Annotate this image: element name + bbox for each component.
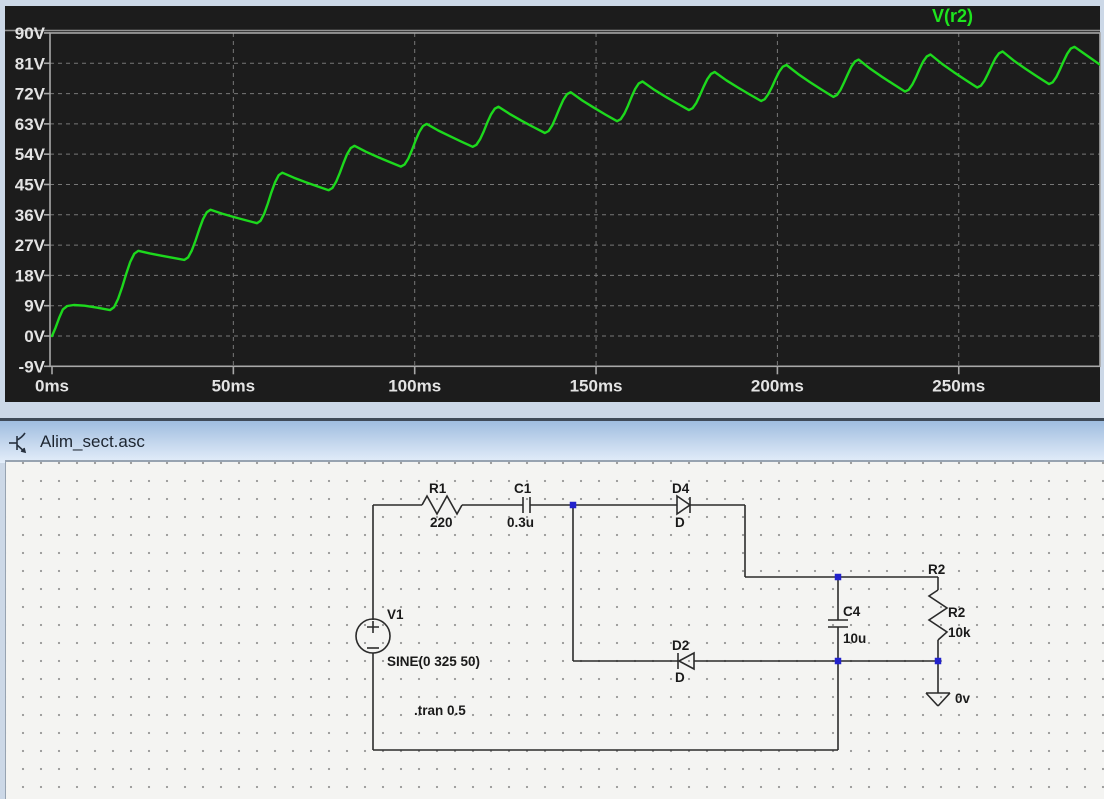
r2-ref[interactable]: R2 [948, 605, 965, 620]
y-tick-label: 63V [15, 115, 46, 134]
c1-value[interactable]: 0.3u [507, 515, 534, 530]
y-tick-label: 0V [24, 327, 45, 346]
junction-node [934, 657, 942, 665]
plot-background [5, 6, 1100, 402]
x-tick-label: 150ms [570, 376, 623, 395]
component-R2[interactable]: R2 R2 10k [927, 562, 971, 641]
y-tick-label: 9V [24, 297, 45, 316]
schematic-window-title: Alim_sect.asc [40, 432, 145, 451]
schematic-drawing[interactable]: R1 220 C1 0.3u D4 D D2 D V1 SINE(0 325 5… [0, 460, 1104, 799]
junction-node [569, 501, 577, 509]
x-tick-label: 100ms [388, 376, 441, 395]
r1-value[interactable]: 220 [430, 515, 453, 530]
waveform-viewer-pane[interactable]: 90V 81V 72V 63V 54V 45V 36V 27V 18V 9V 0V -9V 0ms 50m… [0, 0, 1104, 403]
y-tick-label: 36V [15, 206, 46, 225]
component-R1[interactable]: R1 220 [421, 481, 463, 530]
junction-node [834, 657, 842, 665]
c1-ref[interactable]: C1 [514, 481, 532, 496]
d2-value[interactable]: D [675, 670, 685, 685]
y-tick-label: 54V [15, 145, 46, 164]
c4-ref[interactable]: C4 [843, 604, 861, 619]
x-tick-label: 0ms [35, 376, 69, 395]
wire-junctions [569, 501, 942, 665]
y-tick-label: 72V [15, 85, 46, 104]
ltspice-screen: { "chart_data": { "type": "line", "title… [0, 0, 1104, 799]
y-tick-label: 45V [15, 175, 46, 194]
x-tick-label: 250ms [932, 376, 985, 395]
r1-ref[interactable]: R1 [429, 481, 447, 496]
waveform-plot[interactable]: 90V 81V 72V 63V 54V 45V 36V 27V 18V 9V 0V -9V0ms 50m… [0, 0, 1104, 403]
c4-value[interactable]: 10u [843, 631, 866, 646]
y-tick-label: 90V [15, 24, 46, 43]
schematic-file-icon [9, 432, 27, 454]
x-tick-label: 50ms [212, 376, 255, 395]
junction-node [834, 573, 842, 581]
ground-label[interactable]: 0v [955, 691, 971, 706]
d4-value[interactable]: D [675, 515, 685, 530]
v1-ref[interactable]: V1 [387, 607, 404, 622]
y-tick-label: 27V [15, 236, 46, 255]
d4-ref[interactable]: D4 [672, 481, 690, 496]
x-tick-label: 200ms [751, 376, 804, 395]
spice-directive[interactable]: .tran 0.5 [414, 703, 466, 718]
y-tick-label: 81V [15, 54, 46, 73]
schematic-window: Alim_sect.asc R1 220 C1 0.3u D4 D D2 D V… [0, 403, 1104, 799]
r2-value[interactable]: 10k [948, 625, 971, 640]
ground-symbol[interactable]: 0v [925, 691, 971, 707]
r2-net-label[interactable]: R2 [928, 562, 945, 577]
y-tick-label: -9V [19, 357, 46, 376]
v1-value[interactable]: SINE(0 325 50) [387, 654, 480, 669]
y-tick-label: 18V [15, 266, 46, 285]
d2-ref[interactable]: D2 [672, 638, 689, 653]
schematic-titlebar[interactable]: Alim_sect.asc [0, 418, 1104, 463]
trace-legend-label[interactable]: V(r2) [932, 6, 973, 27]
component-V1[interactable]: V1 SINE(0 325 50) [355, 607, 480, 669]
component-C4[interactable]: C4 10u [828, 604, 866, 646]
